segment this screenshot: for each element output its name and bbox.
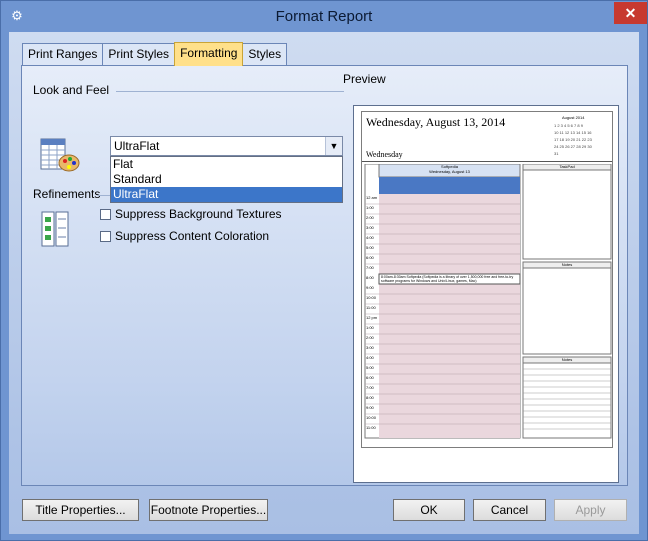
look-and-feel-value: UltraFlat	[114, 139, 160, 153]
ok-button[interactable]: OK	[393, 499, 465, 521]
tab-strip: Print Ranges Print Styles Formatting Sty…	[22, 42, 288, 66]
option-ultraflat[interactable]: UltraFlat	[111, 187, 342, 202]
svg-text:24 25 26 27 28 29 30: 24 25 26 27 28 29 30	[554, 144, 593, 149]
close-button[interactable]: ✕	[614, 2, 647, 24]
svg-text:17 18 19 20 21 22 23: 17 18 19 20 21 22 23	[554, 137, 593, 142]
preview-page: Wednesday, August 13, 2014 Wednesday Aug…	[361, 111, 613, 448]
tab-print-styles[interactable]: Print Styles	[102, 43, 176, 65]
look-and-feel-label: Look and Feel	[33, 83, 110, 97]
title-properties-button[interactable]: Title Properties...	[22, 499, 139, 521]
preview-date-title: Wednesday, August 13, 2014	[366, 115, 506, 129]
svg-text:1 2 3 4 5 6 7 8 9: 1 2 3 4 5 6 7 8 9	[554, 123, 584, 128]
look-and-feel-combo[interactable]: UltraFlat ▼	[110, 136, 343, 156]
refinements-icon	[41, 211, 69, 247]
cancel-button[interactable]: Cancel	[473, 499, 546, 521]
suppress-background-label: Suppress Background Textures	[115, 207, 282, 221]
svg-text:10 11 12 13 14 15 16: 10 11 12 13 14 15 16	[554, 130, 592, 135]
tab-formatting[interactable]: Formatting	[174, 42, 244, 66]
preview-notes-1: Notes	[561, 262, 573, 267]
preview-label: Preview	[343, 72, 386, 86]
preview-event: 8:00am-8:30am Softpedia (Softpedia is a …	[381, 275, 514, 283]
title-bar: ⚙ Format Report ✕	[1, 1, 647, 32]
svg-text:31: 31	[554, 151, 559, 156]
apply-button[interactable]: Apply	[554, 499, 627, 521]
preview-resource-date: Wednesday, August 13	[429, 169, 470, 174]
mini-calendar-title: August 2014	[562, 115, 585, 120]
footnote-properties-button[interactable]: Footnote Properties...	[149, 499, 268, 521]
format-report-window: ⚙ Format Report ✕ Print Ranges Print Sty…	[0, 0, 648, 541]
page-divider	[362, 161, 612, 162]
checkbox-box[interactable]	[100, 208, 111, 220]
tab-styles[interactable]: Styles	[242, 43, 288, 65]
table-palette-icon	[40, 138, 80, 172]
checkbox-box[interactable]	[100, 230, 111, 242]
dialog-client: Print Ranges Print Styles Formatting Sty…	[9, 32, 639, 534]
refinements-label: Refinements	[33, 187, 101, 201]
preview-notes-2: Notes	[561, 357, 573, 362]
formatting-panel: Look and Feel UltraFlat ▼ Flat Standard …	[21, 65, 628, 486]
option-flat[interactable]: Flat	[111, 157, 342, 172]
chevron-down-icon[interactable]: ▼	[325, 137, 342, 155]
mini-calendar: 1 2 3 4 5 6 7 8 9 10 11 12 13 14 15 16 1…	[554, 123, 593, 156]
suppress-content-checkbox[interactable]: Suppress Content Coloration	[100, 229, 269, 243]
option-standard[interactable]: Standard	[111, 172, 342, 187]
look-and-feel-dropdown: Flat Standard UltraFlat	[110, 156, 343, 203]
day-schedule-grid	[364, 164, 612, 439]
preview-taskpad: TaskPad	[559, 164, 575, 169]
tab-print-ranges[interactable]: Print Ranges	[22, 43, 104, 65]
preview-pane: Wednesday, August 13, 2014 Wednesday Aug…	[353, 105, 619, 483]
look-and-feel-divider	[116, 91, 344, 92]
refinements-divider	[98, 195, 110, 196]
suppress-background-checkbox[interactable]: Suppress Background Textures	[100, 207, 282, 221]
window-title: Format Report	[275, 8, 373, 25]
preview-time-column: 12 am 1:00 2:00 3:00 4:00 5:00 6:00 7:00…	[366, 195, 378, 430]
preview-day-label: Wednesday	[366, 150, 403, 159]
suppress-content-label: Suppress Content Coloration	[115, 229, 270, 243]
